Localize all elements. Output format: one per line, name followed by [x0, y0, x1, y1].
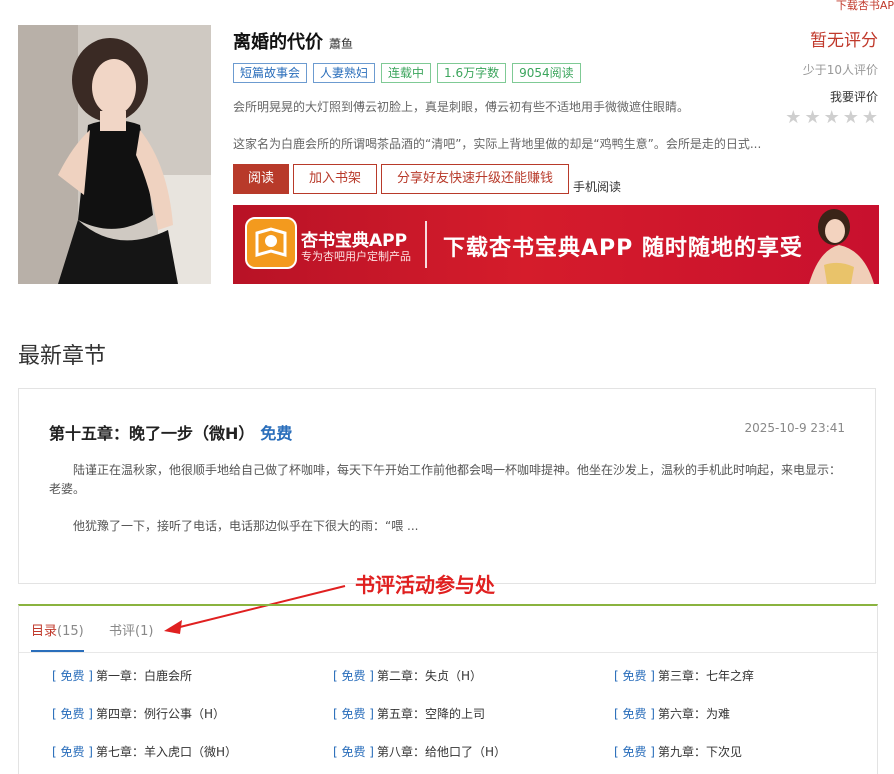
tag-list: 短篇故事会 人妻熟妇 连载中 1.6万字数 9054阅读: [233, 63, 581, 83]
banner-app-subtitle: 专为杏吧用户定制产品: [301, 250, 411, 263]
tag-read-count: 9054阅读: [512, 63, 581, 83]
chapter-title[interactable]: 第七章：羊入虎口（微H）: [96, 745, 237, 759]
star-icon[interactable]: ★: [824, 109, 840, 127]
chapter-item[interactable]: [ 免费 ] 第六章：为难: [614, 705, 730, 722]
tag-word-count: 1.6万字数: [437, 63, 507, 83]
review-annotation-label: 书评活动参与处: [355, 573, 495, 597]
chapter-free-badge: [ 免费 ]: [52, 707, 93, 721]
banner-slogan: 下载杏书宝典APP 随时随地的享受: [443, 236, 803, 261]
star-icon[interactable]: ★: [843, 109, 859, 127]
chapter-title[interactable]: 第一章：白鹿会所: [96, 669, 192, 683]
banner-divider: [425, 221, 427, 268]
chapter-title[interactable]: 第六章：为难: [658, 707, 730, 721]
chapter-title[interactable]: 第二章：失贞（H）: [377, 669, 482, 683]
banner-model-image: [809, 209, 874, 284]
tab-reviews[interactable]: 书评(1): [109, 620, 153, 639]
chapter-item[interactable]: [ 免费 ] 第九章：下次见: [614, 743, 742, 760]
tab-bar: 目录(15) 书评(1): [19, 606, 877, 653]
chapter-item[interactable]: [ 免费 ] 第二章：失贞（H）: [333, 667, 482, 684]
app-download-banner[interactable]: 杏书宝典APP 专为杏吧用户定制产品 下载杏书宝典APP 随时随地的享受: [233, 205, 879, 284]
chapter-free-badge: [ 免费 ]: [333, 669, 374, 683]
tag-status: 连载中: [381, 63, 432, 83]
book-cover-image[interactable]: [18, 25, 211, 284]
chapter-free-badge: [ 免费 ]: [614, 707, 655, 721]
chapter-title[interactable]: 第五章：空降的上司: [377, 707, 485, 721]
book-description-line1: 会所明晃晃的大灯照到傅云初脸上，真是刺眼，傅云初有些不适地用手微微遮住眼睛。: [233, 100, 690, 114]
chapter-item[interactable]: [ 免费 ] 第八章：给他口了（H）: [333, 743, 506, 760]
rating-panel: 暂无评分 少于10人评价 我要评价 ★ ★ ★ ★ ★: [785, 26, 878, 127]
chapter-title[interactable]: 第九章：下次见: [658, 745, 742, 759]
chapter-title[interactable]: 第三章：七年之痒: [658, 669, 754, 683]
tab-reviews-count: (1): [135, 624, 154, 639]
rate-link[interactable]: 我要评价: [785, 88, 878, 105]
chapter-item[interactable]: [ 免费 ] 第三章：七年之痒: [614, 667, 754, 684]
add-to-shelf-button[interactable]: 加入书架: [293, 164, 378, 194]
chapter-title[interactable]: 第八章：给他口了（H）: [377, 745, 506, 759]
book-description-line2: 这家名为白鹿会所的所谓喝茶品酒的“清吧”，实际上背地里做的却是“鸡鸭生意”。会所…: [233, 137, 762, 151]
download-app-link[interactable]: 下载杏书AP: [836, 0, 894, 13]
latest-chapter-time: 2025-10-9 23:41: [744, 421, 846, 435]
latest-chapter-card: 第十五章：晚了一步（微H） 免费 2025-10-9 23:41 陆谨正在温秋家…: [18, 388, 876, 584]
chapter-item[interactable]: [ 免费 ] 第七章：羊入虎口（微H）: [52, 743, 237, 760]
chapter-free-badge: [ 免费 ]: [614, 669, 655, 683]
chapter-free-badge: [ 免费 ]: [333, 745, 374, 759]
tab-catalog-count: (15): [57, 624, 84, 639]
chapter-free-badge: [ 免费 ]: [52, 745, 93, 759]
chapter-item[interactable]: [ 免费 ] 第五章：空降的上司: [333, 705, 485, 722]
latest-chapter-title[interactable]: 第十五章：晚了一步（微H）: [49, 420, 254, 444]
app-logo-icon: [245, 217, 297, 269]
chapter-item[interactable]: [ 免费 ] 第四章：例行公事（H）: [52, 705, 225, 722]
tag-genre[interactable]: 人妻熟妇: [313, 63, 376, 83]
share-button[interactable]: 分享好友快速升级还能赚钱: [381, 164, 570, 194]
rating-stars[interactable]: ★ ★ ★ ★ ★: [785, 109, 878, 127]
rating-count: 少于10人评价: [802, 63, 878, 77]
star-icon[interactable]: ★: [862, 109, 878, 127]
chapter-free-badge: [ 免费 ]: [52, 669, 93, 683]
tag-category[interactable]: 短篇故事会: [233, 63, 308, 83]
tab-catalog[interactable]: 目录(15): [31, 620, 84, 652]
chapter-title[interactable]: 第四章：例行公事（H）: [96, 707, 225, 721]
chapter-free-badge: [ 免费 ]: [333, 707, 374, 721]
tab-catalog-label: 目录: [31, 624, 58, 639]
latest-chapter-excerpt-1: 陆谨正在温秋家，他很顺手地给自己做了杯咖啡，每天下午开始工作前他都会喝一杯咖啡提…: [49, 463, 842, 496]
latest-chapter-heading: 最新章节: [18, 344, 107, 369]
read-button[interactable]: 阅读: [233, 164, 290, 194]
star-icon[interactable]: ★: [785, 109, 801, 127]
mobile-read-link[interactable]: 手机阅读: [573, 180, 621, 194]
chapter-free-badge: [ 免费 ]: [614, 745, 655, 759]
book-author[interactable]: 蕭鱼: [329, 35, 353, 52]
tab-reviews-label: 书评: [109, 624, 136, 639]
rating-score: 暂无评分: [810, 31, 878, 51]
chapter-item[interactable]: [ 免费 ] 第一章：白鹿会所: [52, 667, 192, 684]
book-title: 离婚的代价: [233, 32, 323, 53]
star-icon[interactable]: ★: [804, 109, 820, 127]
latest-chapter-free-badge: 免费: [260, 424, 293, 443]
latest-chapter-excerpt-2: 他犹豫了一下，接听了电话，电话那边似乎在下很大的雨：“喂 ...: [73, 519, 419, 533]
